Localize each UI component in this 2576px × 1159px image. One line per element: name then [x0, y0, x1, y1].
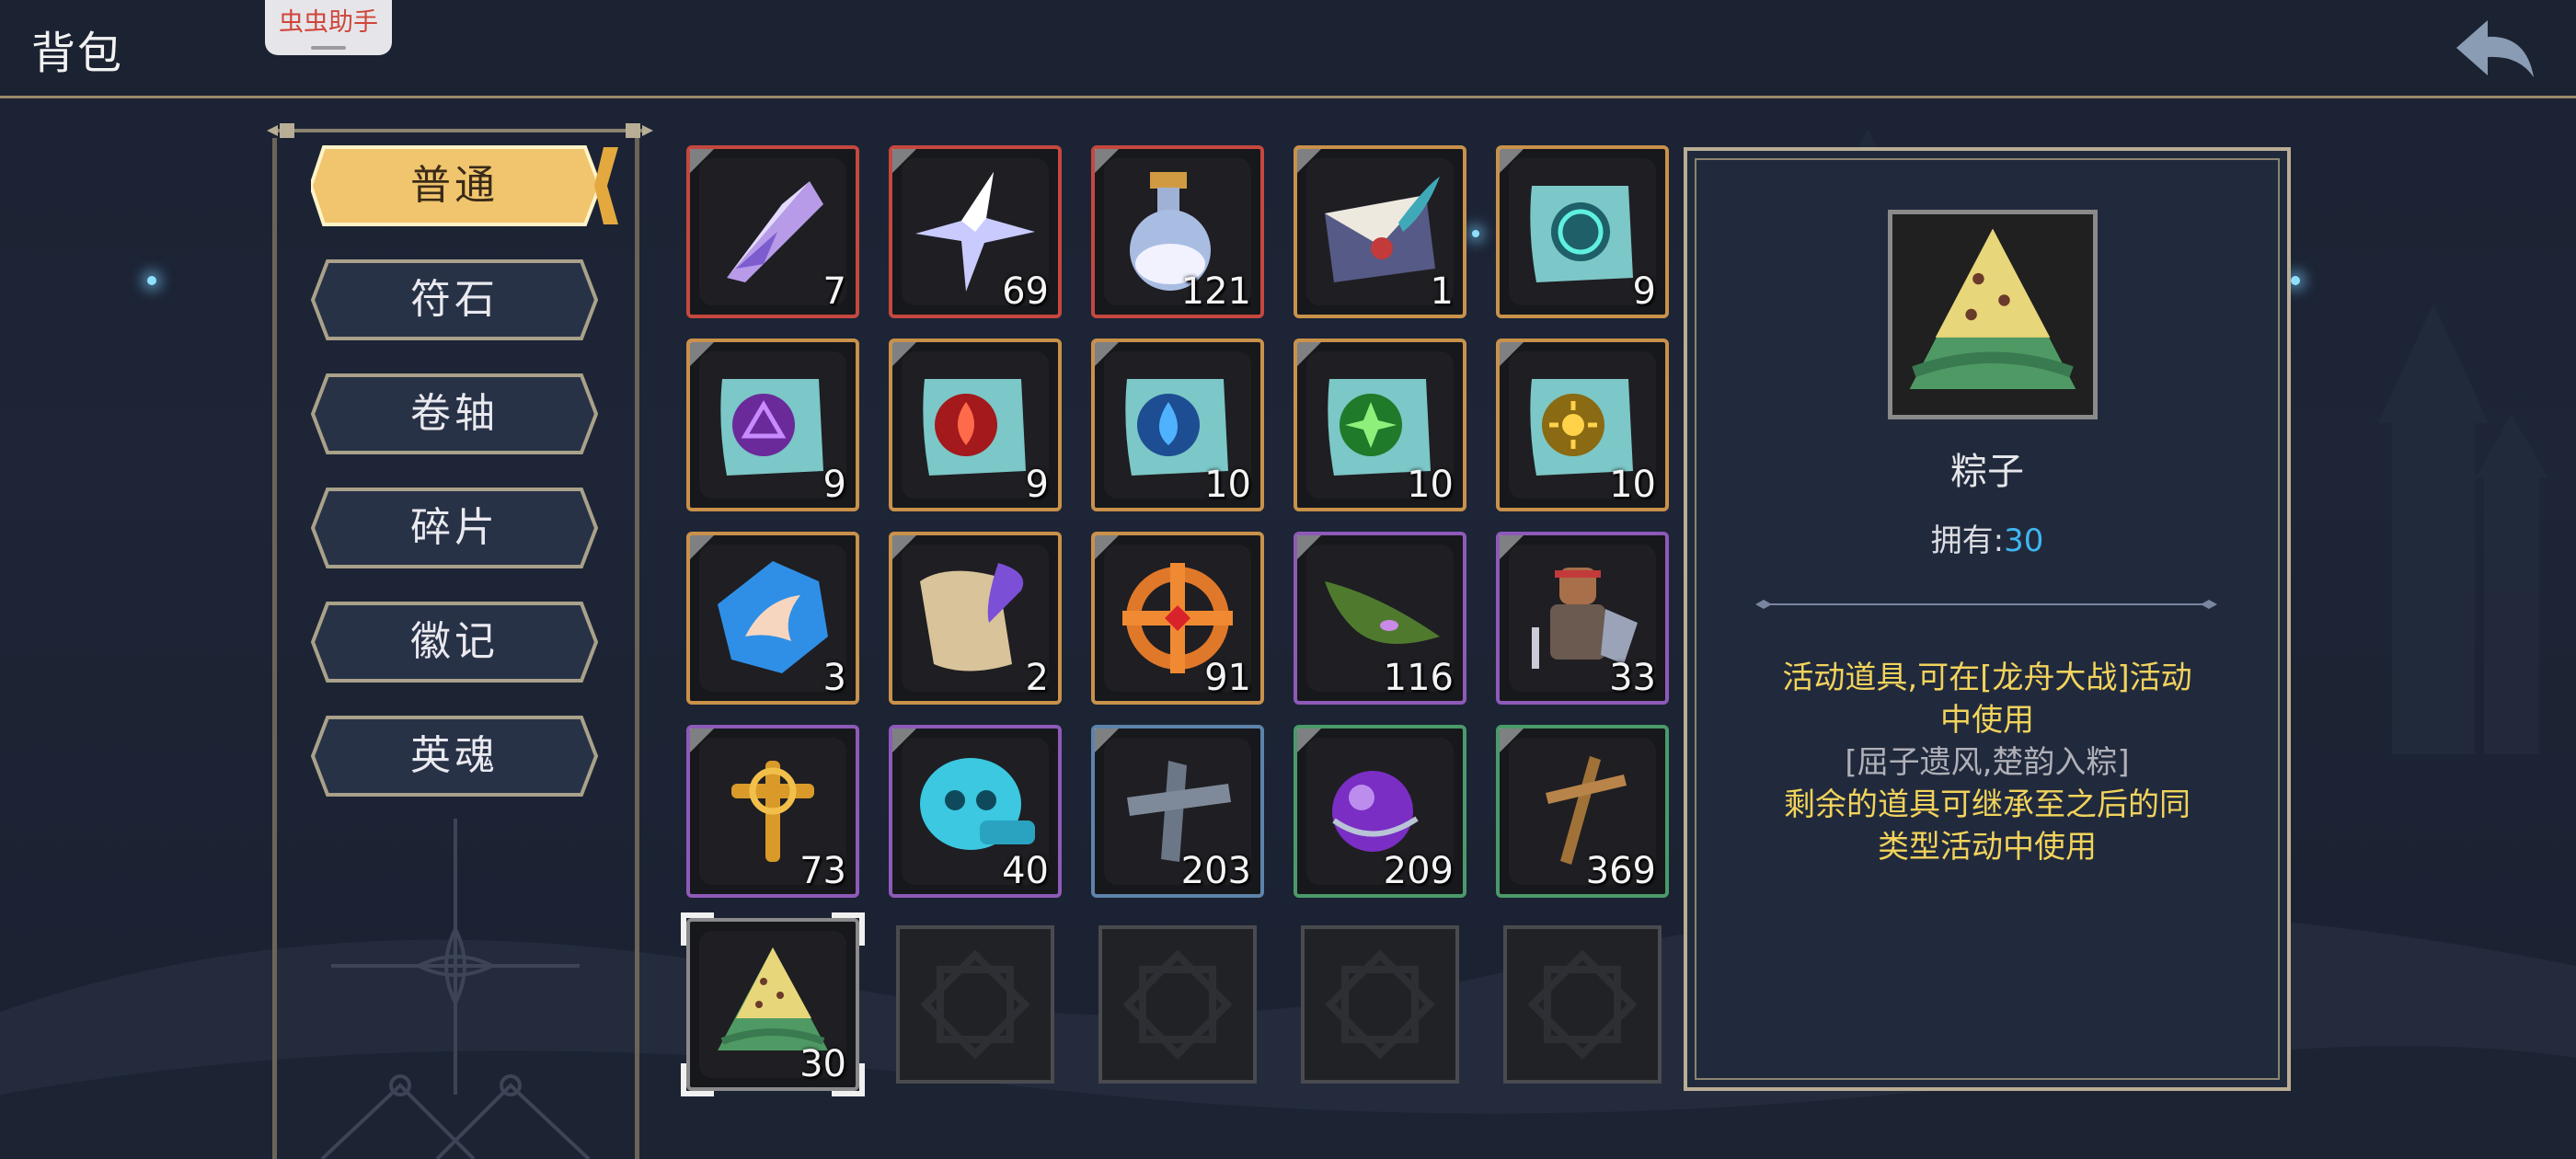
inventory-slot[interactable]: 10 [1294, 339, 1466, 511]
item-count: 10 [1407, 464, 1454, 506]
tab-emblem-label: 徽记 [410, 618, 499, 665]
sidebar-rail-right [635, 138, 639, 1159]
empty-slot[interactable] [1301, 925, 1459, 1084]
tab-emblem[interactable]: 徽记 [311, 600, 598, 684]
inventory-slot[interactable]: 7 [686, 145, 859, 318]
tab-normal[interactable]: 普通 [311, 143, 618, 228]
selection-corner-tl [681, 912, 714, 946]
inventory-slot[interactable]: 121 [1091, 145, 1264, 318]
sealed-letter-icon [1325, 177, 1440, 282]
tab-fragment-label: 碎片 [410, 504, 499, 551]
item-count: 9 [1632, 270, 1656, 313]
detail-description-line: 剩余的道具可继承至之后的同 [1784, 786, 2191, 823]
item-count: 1 [1430, 270, 1454, 313]
empty-slot[interactable] [896, 925, 1054, 1084]
item-count: 203 [1180, 850, 1251, 892]
detail-description-line: 中使用 [1940, 702, 2034, 739]
tab-hero-soul-label: 英魂 [410, 732, 499, 779]
item-count: 116 [1383, 657, 1454, 699]
crystal-feather-icon [727, 181, 823, 282]
item-count: 121 [1180, 270, 1251, 313]
detail-item-frame [1888, 210, 2098, 419]
tab-scroll-label: 卷轴 [410, 390, 499, 437]
empty-slot-pattern [1122, 949, 1233, 1060]
empty-slot-pattern [1527, 949, 1638, 1060]
inventory-slot[interactable]: 9 [889, 339, 1062, 511]
inventory-slot[interactable]: 2 [889, 532, 1062, 705]
inventory-slot[interactable]: 369 [1496, 725, 1669, 898]
page-title: 背包 [31, 28, 124, 79]
parchment-quill-icon [920, 563, 1024, 671]
red-fire-scroll-icon [923, 379, 1026, 476]
selection-corner-bl [681, 1063, 714, 1096]
inventory-slot[interactable]: 33 [1496, 532, 1669, 705]
sidebar-ornament [320, 819, 591, 1159]
item-count: 7 [822, 270, 846, 313]
sparkle-icon [2291, 276, 2300, 285]
tab-hero-soul[interactable]: 英魂 [311, 714, 598, 798]
empty-slot-pattern [1325, 949, 1435, 1060]
inventory-slot[interactable]: 40 [889, 725, 1062, 898]
zongzi-icon [1909, 228, 2076, 389]
sparkle-icon [147, 276, 156, 285]
item-count: 10 [1204, 464, 1251, 506]
empty-slot[interactable] [1098, 925, 1257, 1084]
inventory-slot[interactable]: 203 [1091, 725, 1264, 898]
sidebar-top-bar [267, 123, 653, 138]
sidebar-rail-left [272, 138, 277, 1159]
tab-runestone[interactable]: 符石 [311, 258, 598, 342]
back-arrow-icon[interactable] [2447, 13, 2539, 86]
inventory-slot[interactable]: 91 [1091, 532, 1264, 705]
detail-description-line: 类型活动中使用 [1878, 829, 2097, 866]
purple-rune-scroll-icon [720, 379, 823, 476]
item-count: 69 [1002, 270, 1049, 313]
inventory-slot[interactable]: 73 [686, 725, 859, 898]
inventory-slot[interactable]: 9 [686, 339, 859, 511]
item-count: 369 [1585, 850, 1656, 892]
item-count: 33 [1609, 657, 1656, 699]
cyan-rune-scroll-icon [1530, 186, 1633, 282]
item-count: 73 [799, 850, 846, 892]
assistant-badge-handle [311, 46, 346, 50]
tab-runestone-label: 符石 [410, 276, 499, 323]
inventory-slot[interactable]: 3 [686, 532, 859, 705]
selection-corner-tr [832, 912, 865, 946]
item-count: 40 [1002, 850, 1049, 892]
inventory-slot[interactable]: 116 [1294, 532, 1466, 705]
detail-flavor-text: [屈子遗风,楚韵入粽] [1845, 744, 2130, 781]
detail-description-line: 活动道具,可在[龙舟大战]活动 [1782, 660, 2192, 696]
category-sidebar: 普通 符石 卷轴 碎片 徽记 英魂 [267, 120, 653, 1159]
selection-corner-br [832, 1063, 865, 1096]
item-count: 9 [822, 464, 846, 506]
sparkle-icon [1472, 230, 1479, 237]
tab-scroll[interactable]: 卷轴 [311, 372, 598, 456]
inventory-slot[interactable]: 10 [1496, 339, 1669, 511]
inventory-slot[interactable]: 69 [889, 145, 1062, 318]
detail-item-name: 粽子 [1950, 451, 2024, 493]
top-divider [0, 96, 2576, 98]
item-count: 9 [1025, 464, 1049, 506]
inventory-slot-selected[interactable]: 30 [681, 912, 865, 1096]
tab-normal-label: 普通 [410, 162, 499, 209]
owned-value: 30 [2004, 522, 2044, 559]
detail-divider [1755, 600, 2217, 609]
inventory-slot[interactable]: 1 [1294, 145, 1466, 318]
empty-slot-pattern [920, 949, 1030, 1060]
detail-owned-count: 拥有:30 [1684, 515, 2291, 560]
owned-label: 拥有: [1930, 522, 2005, 559]
blue-wing-emblem-icon [718, 561, 828, 673]
inventory-slot[interactable]: 9 [1496, 145, 1669, 318]
item-count: 91 [1204, 657, 1251, 699]
inventory-slot[interactable]: 10 [1091, 339, 1264, 511]
item-count: 3 [822, 657, 846, 699]
item-count: 10 [1609, 464, 1656, 506]
tab-fragment[interactable]: 碎片 [311, 486, 598, 570]
item-count: 209 [1383, 850, 1454, 892]
inventory-slot[interactable]: 209 [1294, 725, 1466, 898]
item-count: 2 [1025, 657, 1049, 699]
empty-slot[interactable] [1503, 925, 1662, 1084]
